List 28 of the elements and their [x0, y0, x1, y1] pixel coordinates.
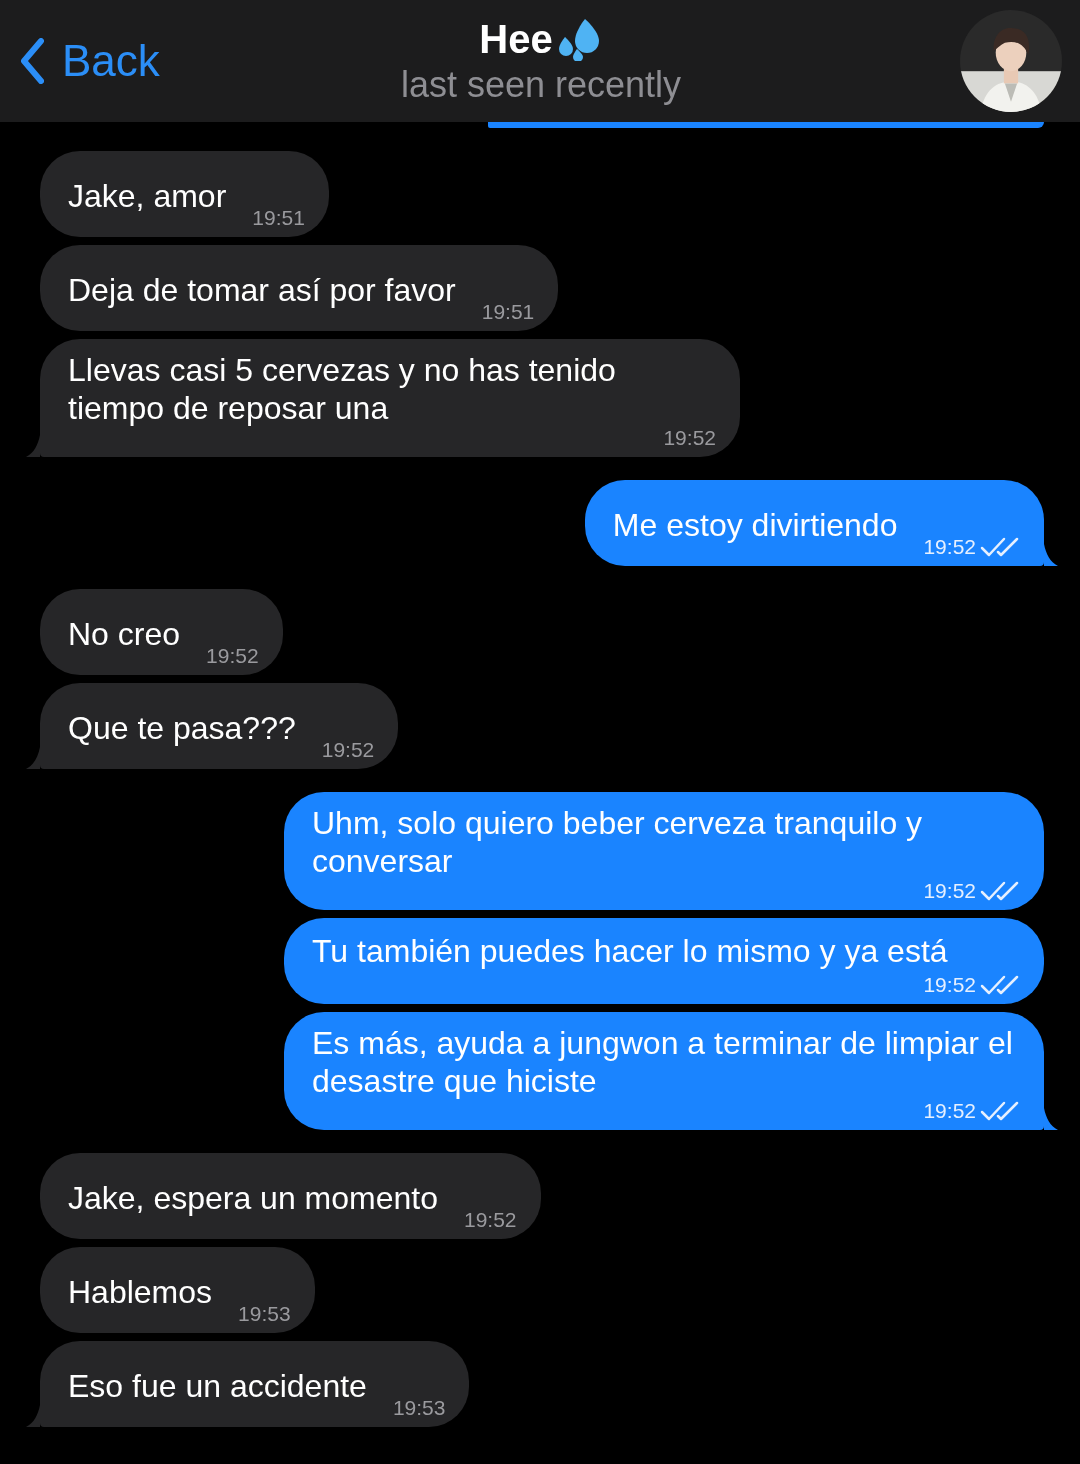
message-time: 19:52: [464, 1209, 517, 1231]
message-text: Me estoy divirtiendo: [612, 506, 898, 544]
message-time: 19:52: [206, 645, 259, 667]
last-seen-status: last seen recently: [400, 63, 682, 107]
message-text: Que te pasa???: [68, 709, 296, 747]
message-time: 19:51: [252, 207, 305, 229]
message-text: Eso fue un accidente: [68, 1367, 367, 1405]
message-time: 19:52: [923, 1100, 976, 1122]
message-time: 19:52: [663, 427, 716, 449]
message-time: 19:51: [481, 301, 535, 323]
message-time: 19:52: [321, 739, 375, 761]
message-time: 19:53: [238, 1303, 291, 1325]
message-text: Deja de tomar así por favor: [68, 271, 456, 309]
message-text: Jake, amor: [68, 177, 227, 215]
contact-name: Hee: [479, 16, 553, 63]
message-text: Hablemos: [68, 1273, 213, 1311]
message-time: 19:53: [392, 1397, 446, 1419]
message-text: Llevas casi 5 cervezas y no has tenido tiempo de reposar una: [68, 351, 617, 427]
message-time: 19:52: [923, 880, 976, 902]
message-text: Jake, espera un momento: [68, 1179, 438, 1217]
message-text: Es más, ayuda a jungwon a terminar de limpiar el desastre que hiciste: [312, 1024, 1014, 1100]
chevron-left-icon: [20, 38, 44, 84]
message-text: Uhm, solo quiero beber cerveza tranquilo y conversar: [312, 804, 924, 880]
message-text: Tu también puedes hacer lo mismo y ya está: [312, 931, 948, 970]
message-time: 19:52: [923, 974, 976, 996]
message-time: 19:52: [923, 536, 976, 558]
back-button[interactable]: Back: [20, 36, 160, 86]
message-text: No creo: [68, 615, 181, 653]
